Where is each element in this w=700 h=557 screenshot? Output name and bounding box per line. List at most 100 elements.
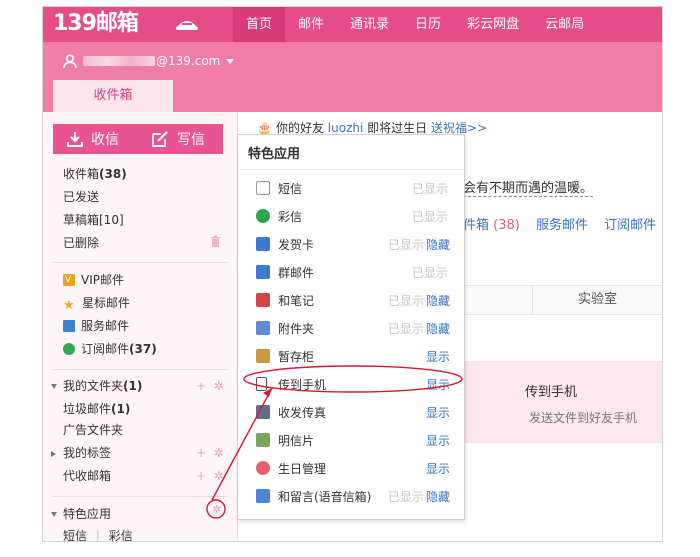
service-label: 服务邮件 xyxy=(81,319,130,333)
cake-icon: 🎂 xyxy=(257,121,272,135)
inbox-link-count[interactable]: (38) xyxy=(493,218,520,233)
folder-ad[interactable]: 广告文件夹 xyxy=(63,420,123,440)
popup-row[interactable]: 附件夹 已显示 隐藏 xyxy=(238,315,464,343)
postcard-icon xyxy=(256,433,270,447)
popup-row[interactable]: 收发传真 显示 xyxy=(238,399,464,427)
receive-button[interactable]: 收信 xyxy=(53,124,138,154)
divider xyxy=(53,369,228,370)
email-suffix: @139.com xyxy=(156,54,221,68)
folder-sent[interactable]: 已发送 xyxy=(63,187,99,207)
top-bar: 139邮箱 首页 邮件 通讯录 日历 彩云网盘 云邮局 xyxy=(43,7,662,42)
popup-row[interactable]: 生日管理 显示 xyxy=(238,455,464,483)
subscribe-mail-link[interactable]: 订阅邮件 xyxy=(604,218,656,233)
write-button[interactable]: 写信 xyxy=(138,124,223,154)
folder-inbox[interactable]: 收件箱(38) xyxy=(63,164,127,184)
nav-home[interactable]: 首页 xyxy=(233,7,286,42)
notice-text-2: 即将过生日 xyxy=(367,121,428,135)
show-link[interactable]: 显示 xyxy=(426,455,450,483)
my-tags-toggle[interactable]: 我的标签 xyxy=(51,443,111,463)
app-mms-link[interactable]: 彩信 xyxy=(109,529,133,541)
popup-row[interactable]: 短信 已显示 xyxy=(238,175,464,203)
popup-row[interactable]: 群邮件 已显示 xyxy=(238,259,464,287)
apps-label: 特色应用 xyxy=(63,507,112,521)
folder-drafts[interactable]: 草稿箱[10] xyxy=(63,210,124,230)
folder-starred[interactable]: ★ 星标邮件 xyxy=(63,293,130,313)
main-nav: 首页 邮件 通讯录 日历 彩云网盘 云邮局 xyxy=(233,7,597,42)
popup-row[interactable]: 明信片 显示 xyxy=(238,427,464,455)
chat-bubble-icon xyxy=(256,209,270,223)
voicemail-icon xyxy=(256,489,270,503)
birthday-icon xyxy=(256,461,270,475)
folder-subscribe[interactable]: 订阅邮件(37) xyxy=(63,339,157,359)
apps-shortcuts: 短信 | 彩信 xyxy=(63,526,133,541)
nav-cloud-drive[interactable]: 彩云网盘 xyxy=(454,7,532,42)
add-agent-controls[interactable]: + ✲ xyxy=(196,466,224,486)
nav-calendar[interactable]: 日历 xyxy=(402,7,454,42)
feature-card[interactable]: 传到手机 发送文件到好友手机 xyxy=(463,361,662,443)
popup-row[interactable]: 发贺卡 已显示 隐藏 xyxy=(238,231,464,259)
popup-title: 特色应用 xyxy=(248,147,301,162)
my-folders-count: (1) xyxy=(123,379,143,393)
receive-label: 收信 xyxy=(91,132,119,148)
popup-row-status: 已显示 xyxy=(387,294,424,308)
nav-cloud-post[interactable]: 云邮局 xyxy=(532,7,597,42)
folder-vip[interactable]: V VIP邮件 xyxy=(63,270,124,290)
card-title: 传到手机 xyxy=(525,385,578,400)
vip-icon: V xyxy=(63,274,75,286)
show-link[interactable]: 显示 xyxy=(426,427,450,455)
service-mail-link[interactable]: 服务邮件 xyxy=(536,218,588,233)
attachment-folder-icon xyxy=(256,321,270,335)
app-sms-link[interactable]: 短信 xyxy=(63,529,87,541)
star-label: 星标邮件 xyxy=(82,296,131,310)
folder-inbox-label: 收件箱 xyxy=(63,167,100,181)
popup-row-status: 已显示 xyxy=(411,210,448,224)
nav-mail[interactable]: 邮件 xyxy=(285,7,337,42)
popup-row-status: 已显示 xyxy=(387,322,424,336)
hide-link[interactable]: 隐藏 xyxy=(426,231,450,259)
tab-lab[interactable]: 实验室 xyxy=(533,286,662,314)
account-switcher[interactable]: @139.com xyxy=(63,54,235,68)
feature-tabs: 实验室 邮箱 xyxy=(463,285,662,315)
folder-service[interactable]: 服务邮件 xyxy=(63,316,129,336)
popup-row-name: 短信 xyxy=(278,182,303,196)
my-folders-toggle[interactable]: 我的文件夹(1) xyxy=(51,376,142,396)
nav-contacts[interactable]: 通讯录 xyxy=(337,7,402,42)
trash-icon[interactable] xyxy=(210,235,221,247)
subscribe-count: (37) xyxy=(129,342,157,356)
popup-row-name: 收发传真 xyxy=(278,406,327,420)
add-tag-controls[interactable]: + ✲ xyxy=(196,443,224,463)
show-link[interactable]: 显示 xyxy=(426,371,450,399)
popup-row[interactable]: 和笔记 已显示 隐藏 xyxy=(238,287,464,315)
friend-link[interactable]: luozhi xyxy=(328,121,364,135)
show-link[interactable]: 显示 xyxy=(426,399,450,427)
hide-link[interactable]: 隐藏 xyxy=(426,287,450,315)
folder-deleted[interactable]: 已删除 xyxy=(63,233,99,253)
hide-link[interactable]: 隐藏 xyxy=(426,483,450,511)
popup-row[interactable]: 传到手机 显示 xyxy=(238,371,464,399)
folder-agent[interactable]: 代收邮箱 xyxy=(63,466,111,486)
popup-row-name: 彩信 xyxy=(278,210,303,224)
apps-toggle[interactable]: 特色应用 xyxy=(51,504,111,524)
popup-row-status: 已显示 xyxy=(411,182,448,196)
folder-junk[interactable]: 垃圾邮件(1) xyxy=(63,399,130,419)
show-link[interactable]: 显示 xyxy=(426,343,450,371)
popup-row-name: 和笔记 xyxy=(278,294,315,308)
inbox-count: (38) xyxy=(99,167,127,181)
popup-row[interactable]: 彩信 已显示 xyxy=(238,203,464,231)
inbox-link[interactable]: 件箱 xyxy=(463,218,489,233)
document-icon xyxy=(256,181,270,195)
popup-row-name: 群邮件 xyxy=(278,266,315,280)
fax-icon xyxy=(256,405,270,419)
add-folder-controls[interactable]: + ✲ xyxy=(196,376,224,396)
hide-link[interactable]: 隐藏 xyxy=(426,315,450,343)
hat-icon[interactable] xyxy=(176,17,198,32)
compose-bar: 收信 写信 xyxy=(53,124,223,154)
popup-row[interactable]: 暂存柜 显示 xyxy=(238,343,464,371)
divider xyxy=(238,169,464,170)
sidebar: 收信 写信 收件箱(38) 已发送 草稿箱[10] 已删除 V VIP邮件 ★ 星标… xyxy=(43,112,238,541)
send-wishes-link[interactable]: 送祝福>> xyxy=(431,121,487,135)
tab-inbox[interactable]: 收件箱 xyxy=(53,80,173,112)
popup-row[interactable]: 和留言(语音信箱) 已显示 隐藏 xyxy=(238,483,464,511)
card-desc: 发送文件到好友手机 xyxy=(529,411,638,425)
user-icon xyxy=(63,54,77,68)
